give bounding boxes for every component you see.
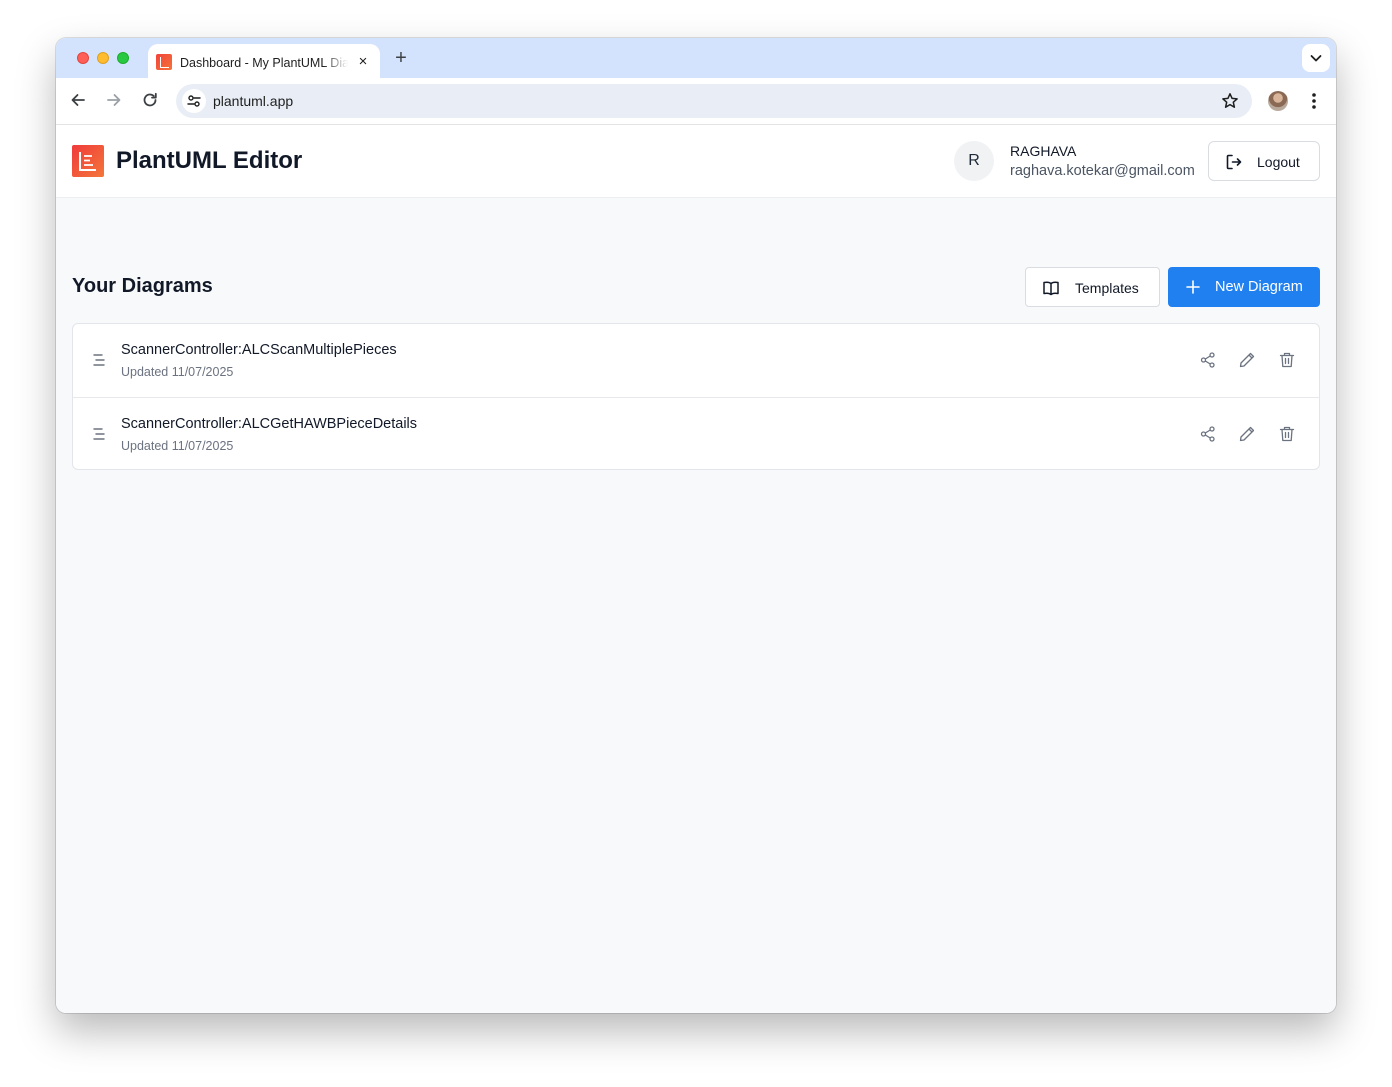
section-title: Your Diagrams [72,275,213,297]
reload-icon [143,92,157,107]
logout-button[interactable]: Logout [1208,141,1320,181]
user-email: raghava.kotekar@gmail.com [1010,163,1195,179]
browser-tab-active[interactable]: Dashboard - My PlantUML Diagrams × [148,44,380,78]
share-icon [1200,352,1215,368]
delete-button[interactable] [1278,351,1296,369]
tab-close-icon[interactable]: × [354,53,372,71]
templates-button[interactable]: Templates [1025,267,1160,307]
more-vertical-icon [1312,93,1316,109]
arrow-right-icon [107,94,121,106]
diagram-title[interactable]: ScannerController:ALCScanMultiplePieces [121,342,397,358]
browser-window: Dashboard - My PlantUML Diagrams × + [56,38,1336,1013]
new-diagram-button[interactable]: New Diagram [1168,267,1320,307]
edit-icon [1239,352,1255,368]
app-title: PlantUML Editor [116,147,303,174]
logout-icon [1226,154,1242,170]
diagram-updated: Updated 11/07/2025 [121,365,234,379]
new-diagram-label: New Diagram [1215,279,1303,295]
templates-label: Templates [1075,280,1139,296]
site-info-button[interactable] [182,89,206,113]
sequence-icon [93,354,105,366]
sequence-icon [93,428,105,440]
bookmark-button[interactable] [1220,91,1240,111]
maximize-window-button[interactable] [117,52,129,64]
browser-menu-button[interactable] [1305,90,1323,112]
app-header: PlantUML Editor R RAGHAVA raghava.koteka… [56,125,1336,198]
close-window-button[interactable] [77,52,89,64]
tab-title: Dashboard - My PlantUML Diagrams [180,56,348,70]
app-page: PlantUML Editor R RAGHAVA raghava.koteka… [56,125,1336,1013]
tab-favicon-icon [156,54,172,70]
tune-icon [187,95,201,107]
share-button[interactable] [1199,425,1217,443]
diagram-list: ScannerController:ALCScanMultiplePieces … [72,323,1320,470]
diagram-row[interactable]: ScannerController:ALCGetHAWBPieceDetails… [73,397,1319,469]
diagram-title[interactable]: ScannerController:ALCGetHAWBPieceDetails [121,416,417,432]
new-tab-button[interactable]: + [390,46,412,70]
star-icon [1222,93,1238,108]
reload-button[interactable] [138,88,162,112]
edit-icon [1239,426,1255,442]
back-button[interactable] [66,88,90,112]
minimize-window-button[interactable] [97,52,109,64]
forward-button[interactable] [102,88,126,112]
arrow-left-icon [71,94,85,106]
logout-label: Logout [1257,154,1300,170]
user-avatar: R [954,141,994,181]
book-open-icon [1043,281,1059,296]
plus-icon [1186,280,1200,294]
diagram-row[interactable]: ScannerController:ALCScanMultiplePieces … [73,324,1319,397]
user-name: RAGHAVA [1010,143,1077,159]
edit-button[interactable] [1238,351,1256,369]
address-bar[interactable]: plantuml.app [176,84,1252,118]
share-button[interactable] [1199,351,1217,369]
tab-strip: Dashboard - My PlantUML Diagrams × + [56,38,1336,78]
delete-button[interactable] [1278,425,1296,443]
delete-icon [1279,426,1295,442]
profile-avatar[interactable] [1268,91,1288,111]
share-icon [1200,426,1215,442]
delete-icon [1279,352,1295,368]
tab-search-button[interactable] [1302,44,1330,72]
url-text[interactable]: plantuml.app [213,93,293,109]
app-logo-icon [72,145,104,177]
edit-button[interactable] [1238,425,1256,443]
browser-toolbar: plantuml.app [56,78,1336,125]
diagram-updated: Updated 11/07/2025 [121,439,234,453]
chevron-down-icon [1310,55,1322,62]
